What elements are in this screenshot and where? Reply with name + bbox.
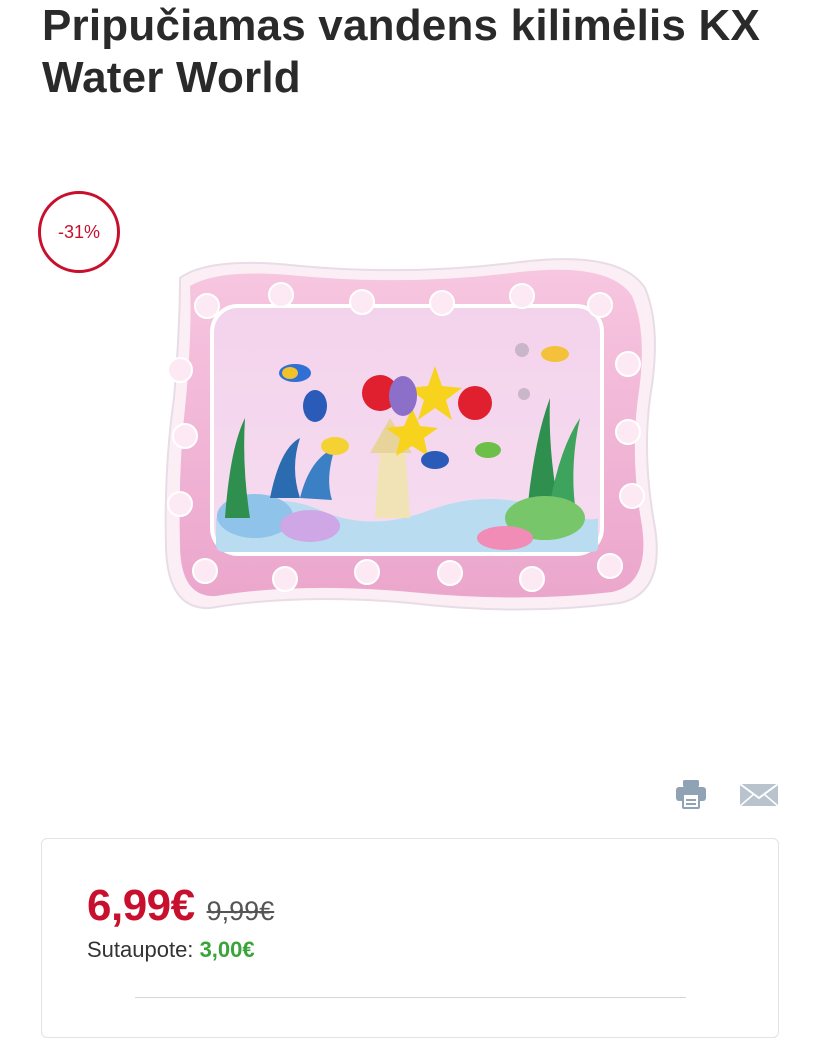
price-panel: 6,99€ 9,99€ Sutaupote: 3,00€ bbox=[41, 838, 779, 1038]
discount-badge-label: -31% bbox=[57, 221, 101, 242]
water-play-mat-image bbox=[164, 258, 658, 611]
saving-label: Sutaupote: bbox=[87, 937, 194, 962]
discount-badge: -31% bbox=[38, 191, 120, 273]
mail-icon bbox=[739, 783, 779, 807]
divider bbox=[135, 997, 686, 998]
saving-info: Sutaupote: 3,00€ bbox=[87, 937, 255, 963]
product-title: Pripučiamas vandens kilimėlis KX Water W… bbox=[42, 1, 761, 102]
price-row: 6,99€ 9,99€ bbox=[87, 881, 274, 931]
print-button[interactable] bbox=[674, 778, 708, 815]
old-price: 9,99€ bbox=[206, 896, 275, 926]
saving-value: 3,00€ bbox=[199, 937, 255, 962]
print-icon bbox=[676, 780, 706, 809]
email-button[interactable] bbox=[739, 778, 779, 815]
product-image[interactable] bbox=[150, 248, 670, 633]
current-price: 6,99€ bbox=[87, 881, 195, 930]
